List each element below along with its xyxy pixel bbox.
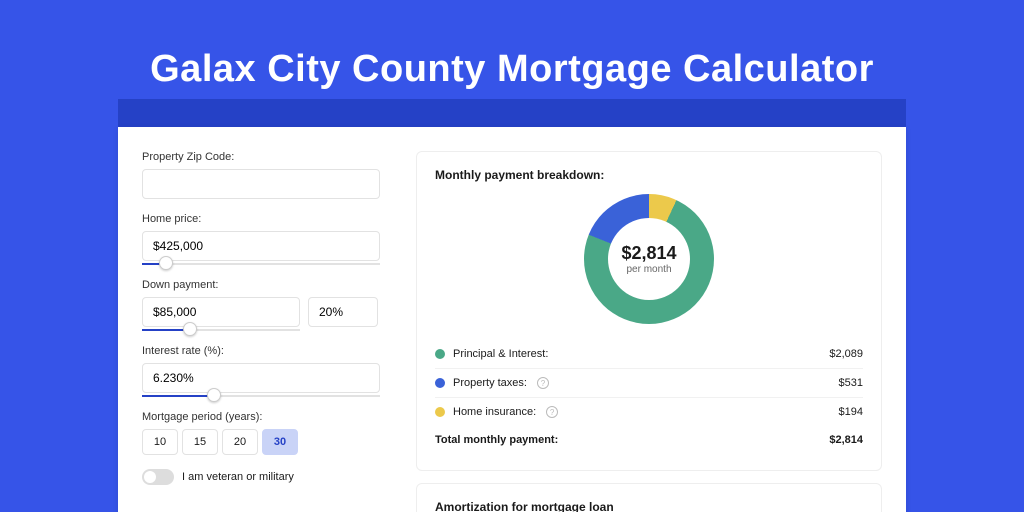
zip-input[interactable] [142,169,380,199]
legend-dot [435,378,445,388]
legend-dot [435,349,445,359]
info-icon[interactable]: ? [546,406,558,418]
form-column: Property Zip Code: Home price: Down paym… [118,127,400,512]
donut-sub: per month [621,264,676,275]
breakdown-title: Monthly payment breakdown: [435,168,863,182]
veteran-toggle[interactable] [142,469,174,485]
hero: Galax City County Mortgage Calculator [0,0,1024,91]
down-slider-thumb[interactable] [183,322,197,336]
breakdown-column: Monthly payment breakdown: $2,814 per mo… [400,127,906,512]
period-30[interactable]: 30 [262,429,298,455]
info-icon[interactable]: ? [537,377,549,389]
page-title: Galax City County Mortgage Calculator [0,48,1024,91]
down-input[interactable] [142,297,300,327]
price-slider-thumb[interactable] [159,256,173,270]
legend-dot [435,407,445,417]
amort-title: Amortization for mortgage loan [435,500,863,512]
down-slider[interactable] [142,325,400,331]
down-pct-input[interactable] [308,297,378,327]
period-15[interactable]: 15 [182,429,218,455]
breakdown-value: $531 [839,377,863,389]
breakdown-row: Principal & Interest: $2,089 [435,340,863,369]
total-label: Total monthly payment: [435,434,558,446]
period-20[interactable]: 20 [222,429,258,455]
calculator-card: Property Zip Code: Home price: Down paym… [118,127,906,512]
rate-slider[interactable] [142,391,400,397]
rate-label: Interest rate (%): [142,345,400,357]
rate-slider-thumb[interactable] [207,388,221,402]
breakdown-label: Principal & Interest: [453,348,548,360]
donut-chart: $2,814 per month [435,194,863,324]
rate-input[interactable] [142,363,380,393]
veteran-label: I am veteran or military [182,471,294,483]
zip-label: Property Zip Code: [142,151,400,163]
donut-value: $2,814 [621,243,676,264]
price-slider[interactable] [142,259,400,265]
header-band [118,99,906,127]
price-label: Home price: [142,213,400,225]
breakdown-row: Home insurance:? $194 [435,398,863,426]
breakdown-value: $2,089 [829,348,863,360]
period-label: Mortgage period (years): [142,411,400,423]
period-10[interactable]: 10 [142,429,178,455]
breakdown-label: Property taxes: [453,377,527,389]
total-value: $2,814 [829,434,863,446]
price-input[interactable] [142,231,380,261]
breakdown-row: Property taxes:? $531 [435,369,863,398]
breakdown-label: Home insurance: [453,406,536,418]
breakdown-value: $194 [839,406,863,418]
down-label: Down payment: [142,279,400,291]
